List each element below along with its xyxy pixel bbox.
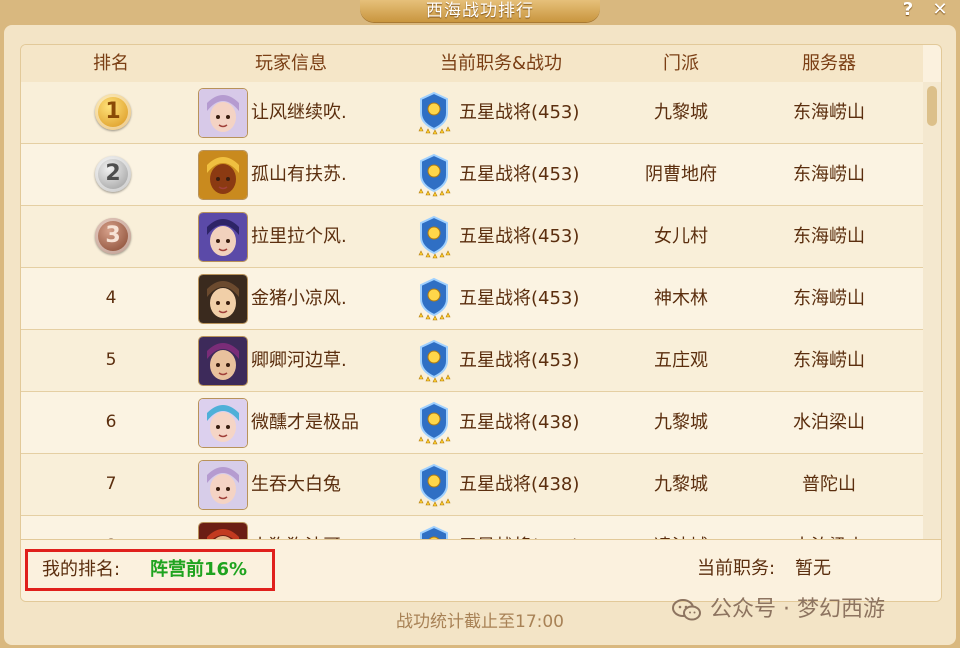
- job-and-merit: 五星战将(453): [459, 102, 580, 123]
- watermark: 公众号 · 梦幻西游: [672, 590, 885, 630]
- player-avatar[interactable]: [198, 150, 248, 200]
- player-avatar[interactable]: [198, 460, 248, 510]
- sect-name: 九黎城: [654, 102, 708, 123]
- window-title: 西海战功排行: [360, 0, 600, 22]
- header-rank: 排名: [93, 53, 129, 74]
- my-rank-value: 阵营前16%: [150, 559, 248, 580]
- player-name[interactable]: 小狗狗波哥: [251, 516, 341, 539]
- table-row[interactable]: 1 让风继续吹. 五星战将(453) 九黎城 东海崂山: [21, 82, 923, 144]
- job-and-merit: 五星战将(453): [459, 226, 580, 247]
- player-avatar[interactable]: [198, 212, 248, 262]
- table-row[interactable]: 8 小狗狗波哥 五星战将(438) 凌波城 水泊梁山: [21, 516, 923, 539]
- five-star-general-badge-icon: [415, 339, 453, 383]
- job-and-merit: 五星战将(453): [459, 164, 580, 185]
- five-star-general-badge-icon: [415, 91, 453, 135]
- five-star-general-badge-icon: [415, 463, 453, 507]
- player-name[interactable]: 让风继续吹.: [251, 82, 347, 143]
- rank-number: 8: [71, 516, 151, 539]
- header-server: 服务器: [802, 53, 856, 74]
- five-star-general-badge-icon: [415, 401, 453, 445]
- rank-number: 4: [105, 288, 117, 308]
- rank-number: 7: [105, 474, 117, 494]
- header-player: 玩家信息: [255, 53, 327, 74]
- table-row[interactable]: 2 孤山有扶苏. 五星战将(453) 阴曹地府 东海崂山: [21, 144, 923, 206]
- table-row[interactable]: 7 生吞大白兔 五星战将(438) 九黎城 普陀山: [21, 454, 923, 516]
- rank-number: 6: [105, 412, 117, 432]
- server-name: 水泊梁山: [793, 412, 865, 433]
- table-body[interactable]: 1 让风继续吹. 五星战将(453) 九黎城 东海崂山 2 孤山有扶苏. 五星战将(453) 阴…: [21, 82, 923, 539]
- table-row[interactable]: 4 金猪小凉风. 五星战将(453) 神木林 东海崂山: [21, 268, 923, 330]
- server-name: 东海崂山: [793, 102, 865, 123]
- header-sect: 门派: [663, 53, 699, 74]
- table-row[interactable]: 3 拉里拉个风. 五星战将(453) 女儿村 东海崂山: [21, 206, 923, 268]
- server-name: 东海崂山: [793, 350, 865, 371]
- server-name: 东海崂山: [793, 288, 865, 309]
- gold-medal-icon: 1: [95, 94, 131, 130]
- job-and-merit: 五星战将(438): [459, 412, 580, 433]
- table-row[interactable]: 6 微醺才是极品 五星战将(438) 九黎城 水泊梁山: [21, 392, 923, 454]
- five-star-general-badge-icon: [415, 277, 453, 321]
- wechat-icon: [672, 599, 701, 621]
- player-name[interactable]: 卿卿河边草.: [251, 330, 347, 391]
- player-avatar[interactable]: [198, 336, 248, 386]
- scroll-thumb[interactable]: [927, 86, 937, 126]
- header-job: 当前职务&战功: [439, 53, 563, 74]
- current-job-label: 当前职务:: [697, 558, 776, 579]
- job-and-merit: 五星战将(438): [459, 474, 580, 495]
- sect-name: 凌波城: [621, 516, 741, 539]
- silver-medal-icon: 2: [95, 156, 131, 192]
- help-button[interactable]: ?: [896, 0, 920, 20]
- player-name[interactable]: 生吞大白兔: [251, 454, 341, 515]
- sect-name: 神木林: [654, 288, 708, 309]
- server-name: 普陀山: [802, 474, 856, 495]
- bronze-medal-icon: 3: [95, 218, 131, 254]
- job-and-merit: 五星战将(453): [459, 288, 580, 309]
- player-name[interactable]: 微醺才是极品: [251, 392, 359, 453]
- my-rank-label: 我的排名:: [42, 559, 121, 580]
- player-name[interactable]: 孤山有扶苏.: [251, 144, 347, 205]
- player-avatar[interactable]: [198, 274, 248, 324]
- server-name: 东海崂山: [793, 226, 865, 247]
- sect-name: 五庄观: [654, 350, 708, 371]
- player-name[interactable]: 金猪小凉风.: [251, 268, 347, 329]
- sect-name: 阴曹地府: [645, 164, 717, 185]
- five-star-general-badge-icon: [415, 153, 453, 197]
- current-job-value: 暂无: [795, 558, 831, 579]
- server-name: 水泊梁山: [769, 516, 889, 539]
- my-rank-highlight: 我的排名: 阵营前16%: [25, 549, 275, 591]
- ranking-window: 西海战功排行 ? ✕ 排名 玩家信息 当前职务&战功 门派 服务器 1 让风继续吹…: [0, 0, 960, 648]
- player-avatar[interactable]: [198, 398, 248, 448]
- job-and-merit: 五星战将(453): [459, 350, 580, 371]
- five-star-general-badge-icon: [415, 525, 453, 539]
- job-and-merit: 五星战将(438): [459, 516, 579, 539]
- five-star-general-badge-icon: [415, 215, 453, 259]
- sect-name: 女儿村: [654, 226, 708, 247]
- player-avatar[interactable]: [198, 522, 248, 539]
- close-button[interactable]: ✕: [928, 0, 952, 20]
- table-header: 排名 玩家信息 当前职务&战功 门派 服务器: [21, 45, 923, 82]
- sect-name: 九黎城: [654, 412, 708, 433]
- rank-number: 5: [105, 350, 117, 370]
- server-name: 东海崂山: [793, 164, 865, 185]
- ranking-table: 排名 玩家信息 当前职务&战功 门派 服务器 1 让风继续吹. 五星战将(453) 九…: [20, 44, 942, 602]
- player-avatar[interactable]: [198, 88, 248, 138]
- scrollbar[interactable]: [923, 82, 941, 539]
- sect-name: 九黎城: [654, 474, 708, 495]
- watermark-text: 公众号 · 梦幻西游: [710, 597, 885, 622]
- table-row[interactable]: 5 卿卿河边草. 五星战将(453) 五庄观 东海崂山: [21, 330, 923, 392]
- player-name[interactable]: 拉里拉个风.: [251, 206, 347, 267]
